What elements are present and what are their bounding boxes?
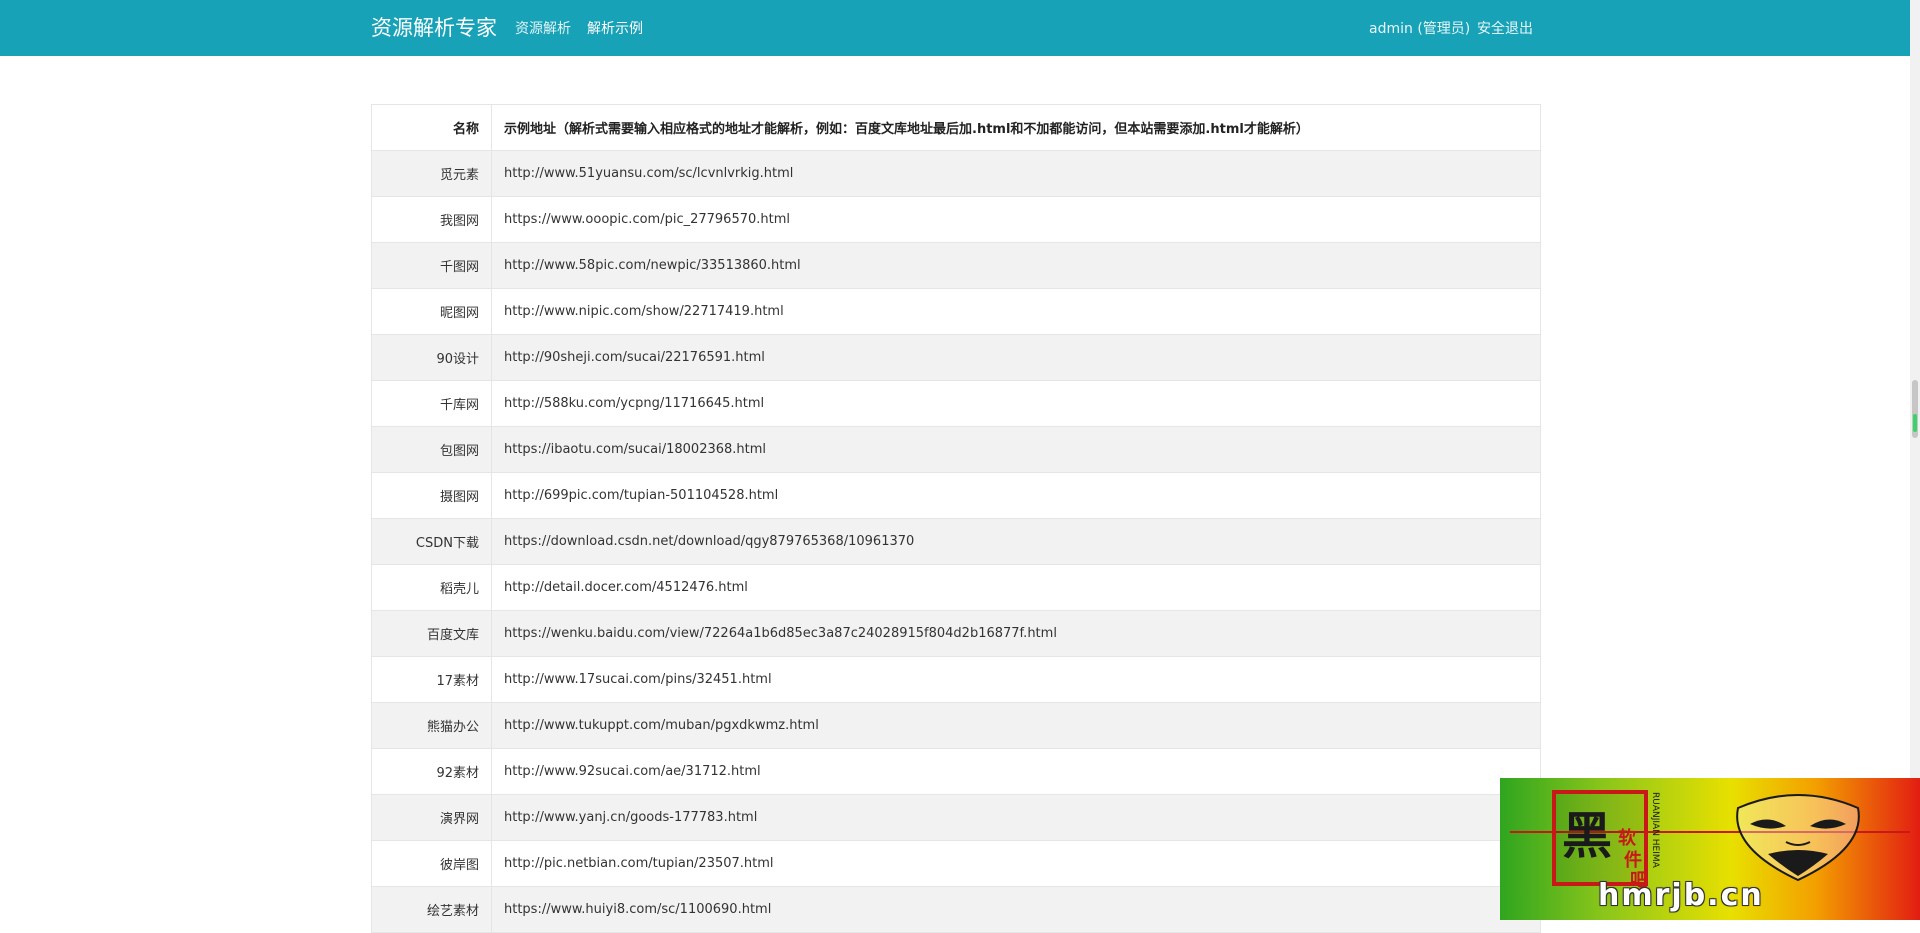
row-url-cell: https://www.ooopic.com/pic_27796570.html bbox=[491, 196, 1541, 243]
row-url-cell: http://www.58pic.com/newpic/33513860.htm… bbox=[491, 242, 1541, 289]
row-url-cell: https://ibaotu.com/sucai/18002368.html bbox=[491, 426, 1541, 473]
table-row: 演界网 http://www.yanj.cn/goods-177783.html bbox=[371, 794, 1541, 841]
row-url-cell: http://www.51yuansu.com/sc/lcvnlvrkig.ht… bbox=[491, 150, 1541, 197]
row-name-cell: 千库网 bbox=[371, 380, 492, 427]
table-row: 千库网 http://588ku.com/ycpng/11716645.html bbox=[371, 380, 1541, 427]
row-name-cell: 92素材 bbox=[371, 748, 492, 795]
table-row: 92素材 http://www.92sucai.com/ae/31712.html bbox=[371, 748, 1541, 795]
table-header-row: 名称 示例地址（解析式需要输入相应格式的地址才能解析，例如：百度文库地址最后加.… bbox=[371, 104, 1541, 151]
table-row: 90设计 http://90sheji.com/sucai/22176591.ht… bbox=[371, 334, 1541, 381]
table-row: 彼岸图 http://pic.netbian.com/tupian/23507.h… bbox=[371, 840, 1541, 887]
table-row: 昵图网 http://www.nipic.com/show/22717419.ht… bbox=[371, 288, 1541, 335]
table-row: 觅元素 http://www.51yuansu.com/sc/lcvnlvrkig… bbox=[371, 150, 1541, 197]
table-row: 熊猫办公 http://www.tukuppt.com/muban/pgxdkwm… bbox=[371, 702, 1541, 749]
row-url-cell: http://699pic.com/tupian-501104528.html bbox=[491, 472, 1541, 519]
table-body: 觅元素 http://www.51yuansu.com/sc/lcvnlvrkig… bbox=[371, 150, 1541, 933]
row-name-cell: 千图网 bbox=[371, 242, 492, 289]
examples-table: 名称 示例地址（解析式需要输入相应格式的地址才能解析，例如：百度文库地址最后加.… bbox=[371, 104, 1541, 933]
row-url-cell: https://www.huiyi8.com/sc/1100690.html bbox=[491, 886, 1541, 933]
table-row: 百度文库 https://wenku.baidu.com/view/72264a1… bbox=[371, 610, 1541, 657]
row-name-cell: 觅元素 bbox=[371, 150, 492, 197]
row-url-cell: http://www.yanj.cn/goods-177783.html bbox=[491, 794, 1541, 841]
row-name-cell: CSDN下载 bbox=[371, 518, 492, 565]
row-url-cell: http://www.tukuppt.com/muban/pgxdkwmz.ht… bbox=[491, 702, 1541, 749]
table-row: 摄图网 http://699pic.com/tupian-501104528.ht… bbox=[371, 472, 1541, 519]
row-name-cell: 熊猫办公 bbox=[371, 702, 492, 749]
examples-table-container: 名称 示例地址（解析式需要输入相应格式的地址才能解析，例如：百度文库地址最后加.… bbox=[371, 104, 1541, 933]
row-url-cell: http://www.17sucai.com/pins/32451.html bbox=[491, 656, 1541, 703]
row-url-cell: http://detail.docer.com/4512476.html bbox=[491, 564, 1541, 611]
row-name-cell: 昵图网 bbox=[371, 288, 492, 335]
row-url-cell: https://download.csdn.net/download/qgy87… bbox=[491, 518, 1541, 565]
logout-link[interactable]: 安全退出 bbox=[1477, 19, 1533, 39]
table-row: 稻壳儿 http://detail.docer.com/4512476.html bbox=[371, 564, 1541, 611]
table-row: 千图网 http://www.58pic.com/newpic/33513860.… bbox=[371, 242, 1541, 289]
row-name-cell: 绘艺素材 bbox=[371, 886, 492, 933]
row-name-cell: 我图网 bbox=[371, 196, 492, 243]
row-name-cell: 百度文库 bbox=[371, 610, 492, 657]
header-name: 名称 bbox=[371, 104, 492, 151]
top-navbar: 资源解析专家 资源解析 解析示例 admin (管理员) 安全退出 bbox=[0, 0, 1910, 56]
row-url-cell: http://www.nipic.com/show/22717419.html bbox=[491, 288, 1541, 335]
row-url-cell: http://90sheji.com/sucai/22176591.html bbox=[491, 334, 1541, 381]
mask-icon bbox=[1736, 794, 1860, 882]
scrollbar-indicator bbox=[1913, 414, 1917, 432]
row-name-cell: 17素材 bbox=[371, 656, 492, 703]
watermark-vertical-text: RUANJIAN HEIMA bbox=[1650, 792, 1660, 868]
nav-link-resource-parse[interactable]: 资源解析 bbox=[515, 19, 571, 39]
row-url-cell: http://www.92sucai.com/ae/31712.html bbox=[491, 748, 1541, 795]
table-row: CSDN下载 https://download.csdn.net/download… bbox=[371, 518, 1541, 565]
row-name-cell: 彼岸图 bbox=[371, 840, 492, 887]
watermark-domain: hmrjb.cn bbox=[1598, 878, 1764, 913]
site-brand[interactable]: 资源解析专家 bbox=[371, 13, 497, 43]
row-name-cell: 90设计 bbox=[371, 334, 492, 381]
row-name-cell: 包图网 bbox=[371, 426, 492, 473]
table-row: 包图网 https://ibaotu.com/sucai/18002368.htm… bbox=[371, 426, 1541, 473]
row-url-cell: http://pic.netbian.com/tupian/23507.html bbox=[491, 840, 1541, 887]
table-row: 17素材 http://www.17sucai.com/pins/32451.ht… bbox=[371, 656, 1541, 703]
row-name-cell: 演界网 bbox=[371, 794, 492, 841]
row-url-cell: http://588ku.com/ycpng/11716645.html bbox=[491, 380, 1541, 427]
header-url: 示例地址（解析式需要输入相应格式的地址才能解析，例如：百度文库地址最后加.htm… bbox=[491, 104, 1541, 151]
watermark-logo: 黑 软 件 吧 RUANJIAN HEIMA hmrjb.cn bbox=[1500, 778, 1920, 920]
user-menu[interactable]: admin (管理员) bbox=[1369, 19, 1470, 39]
row-name-cell: 稻壳儿 bbox=[371, 564, 492, 611]
row-name-cell: 摄图网 bbox=[371, 472, 492, 519]
table-row: 我图网 https://www.ooopic.com/pic_27796570.h… bbox=[371, 196, 1541, 243]
nav-link-parse-examples[interactable]: 解析示例 bbox=[587, 19, 643, 39]
watermark-seal: 黑 软 件 吧 bbox=[1552, 790, 1648, 891]
row-url-cell: https://wenku.baidu.com/view/72264a1b6d8… bbox=[491, 610, 1541, 657]
seal-char: 黑 bbox=[1562, 806, 1612, 865]
table-row: 绘艺素材 https://www.huiyi8.com/sc/1100690.ht… bbox=[371, 886, 1541, 933]
